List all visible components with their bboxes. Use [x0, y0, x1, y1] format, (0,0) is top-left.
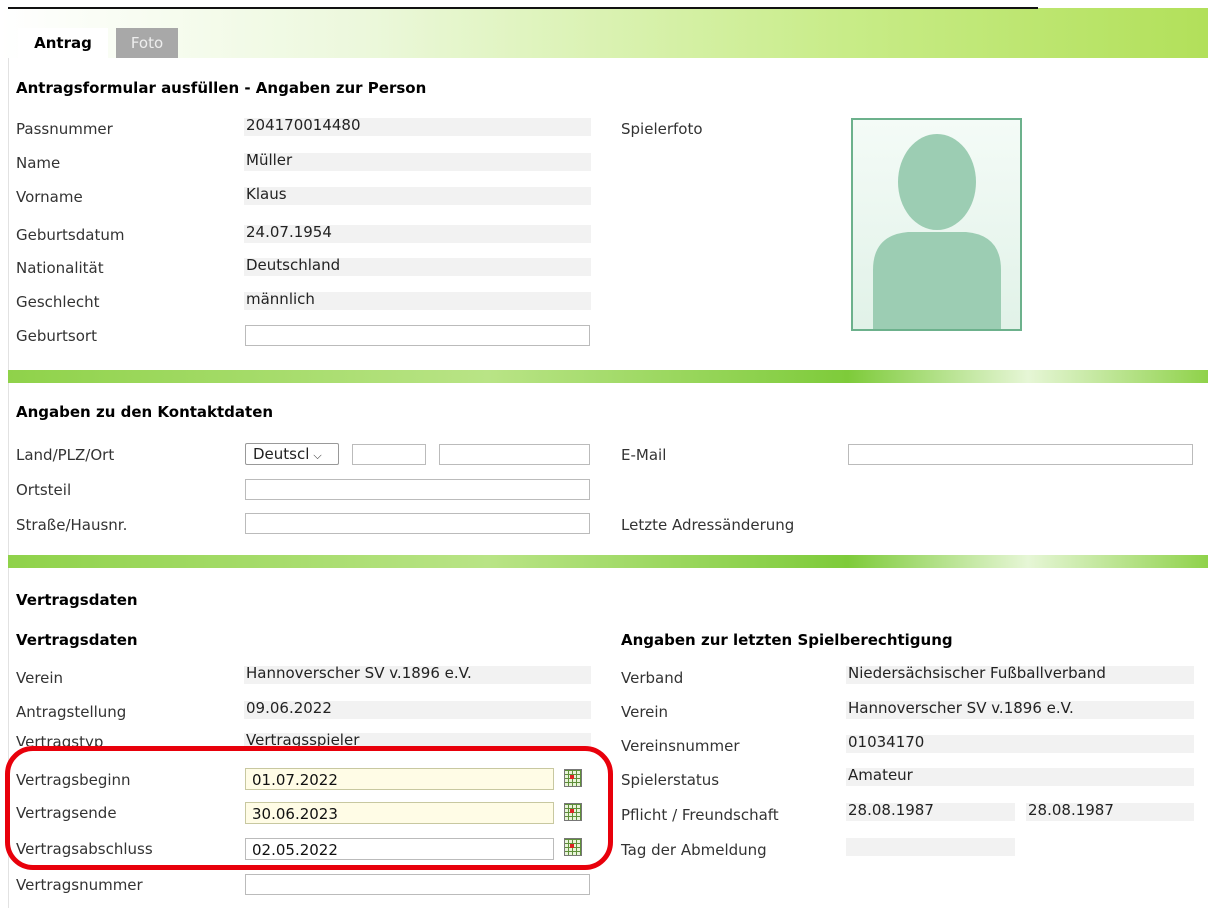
- tag-der-abmeldung-label: Tag der Abmeldung: [621, 841, 767, 859]
- freundschaft-value: 28.08.1987: [1026, 803, 1194, 821]
- tag-der-abmeldung-value: [846, 838, 1015, 856]
- pflicht-freundschaft-label: Pflicht / Freundschaft: [621, 806, 779, 824]
- calendar-icon[interactable]: [564, 838, 582, 856]
- vertragsende-input[interactable]: 30.06.2023: [245, 802, 554, 824]
- email-label: E-Mail: [621, 446, 667, 464]
- nationalitaet-label: Nationalität: [16, 259, 104, 277]
- tab-bar: [0, 8, 1208, 58]
- calendar-icon[interactable]: [564, 803, 582, 821]
- contact-heading: Angaben zu den Kontaktdaten: [16, 403, 274, 421]
- country-select[interactable]: Deutscl ⌵: [245, 443, 339, 465]
- spielerstatus-label: Spielerstatus: [621, 771, 720, 789]
- top-divider: [8, 7, 1038, 9]
- verband-value: Niedersächsischer Fußballverband: [846, 666, 1194, 684]
- antragstellung-value: 09.06.2022: [244, 701, 591, 719]
- name-value: Müller: [244, 153, 591, 171]
- vorname-label: Vorname: [16, 188, 83, 206]
- vertragsende-label: Vertragsende: [16, 804, 117, 822]
- vertragsbeginn-label: Vertragsbeginn: [16, 771, 131, 789]
- last-permission-heading: Angaben zur letzten Spielberechtigung: [621, 631, 953, 649]
- vertragstyp-label: Vertragstyp: [16, 733, 104, 746]
- person-silhouette-icon: [873, 134, 1001, 329]
- tab-antrag[interactable]: Antrag: [18, 28, 108, 58]
- vertragsabschluss-input[interactable]: 02.05.2022: [245, 838, 554, 860]
- contract-heading: Vertragsdaten: [16, 591, 138, 609]
- passnummer-label: Passnummer: [16, 120, 113, 138]
- geschlecht-value: männlich: [244, 292, 591, 310]
- section-divider-2: [8, 555, 1208, 568]
- vertragsnummer-input[interactable]: [245, 874, 590, 895]
- vertragsnummer-label: Vertragsnummer: [16, 876, 143, 894]
- person-heading: Antragsformular ausfüllen - Angaben zur …: [16, 79, 427, 97]
- geschlecht-label: Geschlecht: [16, 293, 100, 311]
- vertragsabschluss-label: Vertragsabschluss: [16, 840, 153, 858]
- geburtsdatum-value: 24.07.1954: [244, 225, 591, 243]
- email-input[interactable]: [848, 444, 1193, 465]
- antragstellung-label: Antragstellung: [16, 703, 127, 721]
- lp-verein-value: Hannoverscher SV v.1896 e.V.: [846, 701, 1194, 719]
- geburtsdatum-label: Geburtsdatum: [16, 226, 125, 244]
- letzte-adressaenderung-label: Letzte Adressänderung: [621, 516, 795, 534]
- strasse-label: Straße/Hausnr.: [16, 516, 128, 534]
- plz-input[interactable]: [352, 444, 426, 465]
- passnummer-value: 204170014480: [244, 118, 591, 136]
- player-photo[interactable]: [851, 118, 1022, 331]
- verein-value: Hannoverscher SV v.1896 e.V.: [244, 666, 591, 684]
- country-select-value: Deutscl: [253, 445, 310, 463]
- vereinsnummer-value: 01034170: [846, 735, 1194, 753]
- nationalitaet-value: Deutschland: [244, 258, 591, 276]
- ortsteil-label: Ortsteil: [16, 481, 72, 499]
- vereinsnummer-label: Vereinsnummer: [621, 737, 740, 755]
- vertragstyp-value: Vertragsspieler: [244, 733, 591, 746]
- vertragsbeginn-input[interactable]: 01.07.2022: [245, 768, 554, 790]
- name-label: Name: [16, 154, 61, 172]
- ortsteil-input[interactable]: [245, 479, 590, 500]
- tab-foto[interactable]: Foto: [116, 28, 178, 58]
- person-panel: [8, 58, 1208, 370]
- vorname-value: Klaus: [244, 187, 591, 205]
- geburtsort-input[interactable]: [245, 325, 590, 346]
- lp-verein-label: Verein: [621, 703, 669, 721]
- spielerstatus-value: Amateur: [846, 768, 1194, 786]
- verband-label: Verband: [621, 669, 684, 687]
- pflicht-value: 28.08.1987: [846, 803, 1015, 821]
- ort-input[interactable]: [439, 444, 590, 465]
- contract-subheading: Vertragsdaten: [16, 631, 138, 649]
- section-divider-1: [8, 370, 1208, 383]
- land-plz-ort-label: Land/PLZ/Ort: [16, 446, 115, 464]
- chevron-down-icon: ⌵: [313, 449, 322, 462]
- verein-label: Verein: [16, 669, 64, 687]
- strasse-input[interactable]: [245, 513, 590, 534]
- geburtsort-label: Geburtsort: [16, 327, 97, 345]
- calendar-icon[interactable]: [564, 769, 582, 787]
- spielerfoto-label: Spielerfoto: [621, 120, 703, 138]
